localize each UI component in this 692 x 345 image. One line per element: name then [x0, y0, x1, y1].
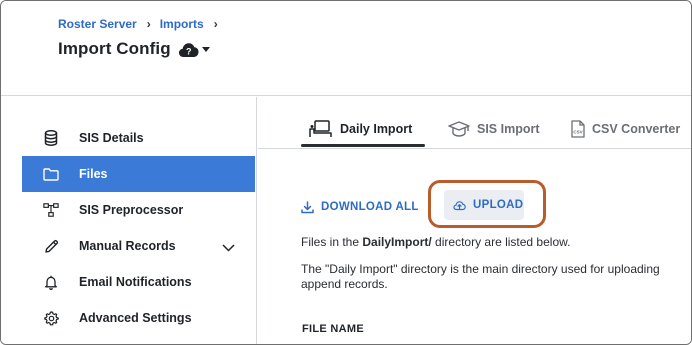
desc-line: The "Daily Import" directory is the main…	[301, 262, 660, 276]
csv-file-icon: CSV	[571, 120, 585, 138]
tab-bar: Daily Import SIS Import CSV CSV Converte…	[258, 97, 691, 149]
database-icon	[43, 130, 59, 146]
desc-line: append records.	[301, 277, 388, 291]
upload-label: UPLOAD	[473, 199, 524, 211]
tab-csv-converter[interactable]: CSV CSV Converter	[571, 119, 680, 139]
directory-description: Files in the DailyImport/ directory are …	[301, 235, 570, 249]
svg-text:CSV: CSV	[573, 130, 582, 135]
title-row: Import Config ?	[58, 37, 210, 61]
file-name-column-header[interactable]: FILE NAME	[302, 323, 364, 335]
download-icon	[301, 200, 314, 214]
breadcrumb-roster-server[interactable]: Roster Server	[58, 17, 137, 31]
page-title: Import Config	[58, 39, 171, 58]
upload-button[interactable]: UPLOAD	[444, 190, 524, 220]
sidebar-item-files[interactable]: Files	[22, 156, 255, 192]
breadcrumb-separator: ›	[146, 17, 151, 31]
folder-icon	[43, 166, 59, 182]
sidebar-item-label: Files	[79, 167, 108, 181]
desc-suffix: directory are listed below.	[431, 235, 571, 249]
desk-icon	[309, 120, 333, 138]
app-window: Roster Server › Imports › Import Config …	[0, 0, 692, 345]
hierarchy-icon	[43, 202, 59, 218]
caret-down-icon	[201, 47, 210, 52]
sidebar-item-email-notifications[interactable]: Email Notifications	[22, 264, 255, 300]
tab-label: SIS Import	[477, 122, 540, 136]
breadcrumb: Roster Server › Imports ›	[58, 16, 227, 32]
breadcrumb-imports[interactable]: Imports	[160, 17, 204, 31]
bell-icon	[43, 274, 59, 290]
download-all-button[interactable]: DOWNLOAD ALL	[301, 199, 419, 215]
sidebar-item-label: Email Notifications	[79, 275, 192, 289]
daily-import-description: The "Daily Import" directory is the main…	[301, 262, 691, 292]
download-all-label: DOWNLOAD ALL	[321, 201, 419, 213]
cloud-question-icon: ?	[178, 42, 199, 57]
cloud-menu-button[interactable]: ?	[178, 41, 210, 58]
graduation-cap-icon	[448, 121, 470, 137]
chevron-down-icon[interactable]	[222, 239, 235, 257]
sidebar-item-label: SIS Details	[79, 131, 144, 145]
tab-daily-import[interactable]: Daily Import	[309, 119, 412, 139]
active-tab-indicator	[301, 144, 425, 147]
sidebar-item-label: Advanced Settings	[79, 311, 192, 325]
tab-label: Daily Import	[340, 122, 413, 136]
sidebar-item-advanced-settings[interactable]: Advanced Settings	[22, 300, 255, 336]
sidebar-item-sis-details[interactable]: SIS Details	[22, 120, 255, 156]
sidebar: SIS Details Files SIS Preprocessor Manua…	[1, 97, 257, 344]
sidebar-item-label: Manual Records	[79, 239, 176, 253]
sidebar-item-label: SIS Preprocessor	[79, 203, 184, 217]
desc-prefix: Files in the	[301, 235, 363, 249]
gear-icon	[43, 310, 59, 326]
sidebar-item-sis-preprocessor[interactable]: SIS Preprocessor	[22, 192, 255, 228]
breadcrumb-separator: ›	[213, 17, 218, 31]
pencil-icon	[43, 238, 59, 254]
svg-text:?: ?	[186, 46, 192, 56]
main-content: Daily Import SIS Import CSV CSV Converte…	[258, 97, 691, 344]
tab-label: CSV Converter	[592, 122, 681, 136]
sidebar-item-manual-records[interactable]: Manual Records	[22, 228, 255, 264]
tab-sis-import[interactable]: SIS Import	[448, 119, 540, 139]
directory-name: DailyImport/	[362, 235, 432, 249]
cloud-upload-icon	[453, 199, 466, 211]
page-header: Roster Server › Imports › Import Config …	[1, 1, 691, 96]
